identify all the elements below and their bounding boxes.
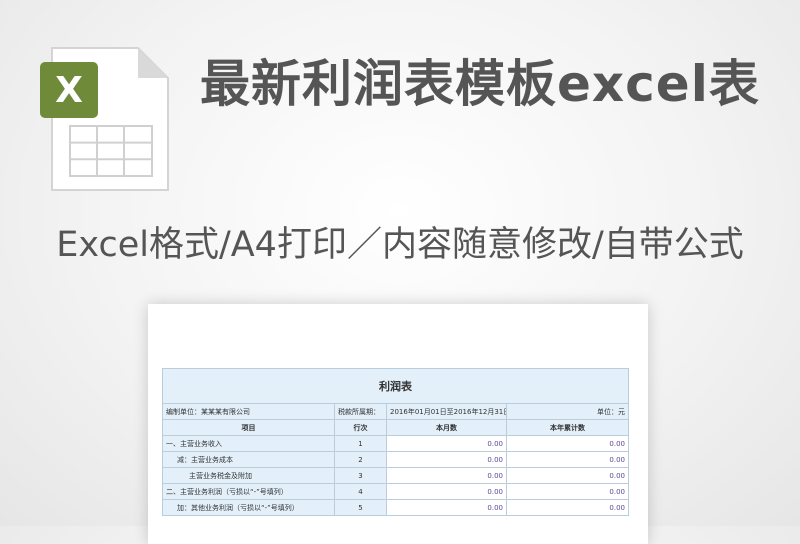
row-line: 2 <box>334 451 387 468</box>
company-label: 编制单位：某某某有限公司 <box>162 403 335 420</box>
table-row: 一、主营业务收入 1 0.00 0.00 <box>162 435 629 452</box>
excel-x-letter: X <box>55 70 83 111</box>
page-subtitle: Excel格式/A4打印／内容随意修改/自带公式 <box>56 225 744 265</box>
income-statement-table: 利润表 编制单位：某某某有限公司 税款所属期： 2016年01月01日至2016… <box>162 368 629 516</box>
row-month-value[interactable]: 0.00 <box>386 483 507 500</box>
table-row: 加：其他业务利润（亏损以“-”号填列） 5 0.00 0.00 <box>162 499 629 516</box>
sheet-title: 利润表 <box>162 368 629 404</box>
spreadsheet-preview: 利润表 编制单位：某某某有限公司 税款所属期： 2016年01月01日至2016… <box>148 304 648 544</box>
row-month-value[interactable]: 0.00 <box>386 499 507 516</box>
row-year-value[interactable]: 0.00 <box>506 483 629 500</box>
col-header-line: 行次 <box>334 419 387 436</box>
period-value: 2016年01月01日至2016年12月31日 <box>386 403 507 420</box>
currency-label: 单位：元 <box>506 403 629 420</box>
row-month-value[interactable]: 0.00 <box>386 435 507 452</box>
sheet-info-row: 编制单位：某某某有限公司 税款所属期： 2016年01月01日至2016年12月… <box>162 403 629 420</box>
row-month-value[interactable]: 0.00 <box>386 467 507 484</box>
row-line: 3 <box>334 467 387 484</box>
row-item: 二、主营业务利润（亏损以“-”号填列） <box>162 483 335 500</box>
row-year-value[interactable]: 0.00 <box>506 451 629 468</box>
row-item: 减：主营业务成本 <box>162 451 335 468</box>
col-header-month: 本月数 <box>386 419 507 436</box>
row-year-value[interactable]: 0.00 <box>506 499 629 516</box>
row-line: 1 <box>334 435 387 452</box>
excel-file-icon: X <box>40 47 169 191</box>
row-year-value[interactable]: 0.00 <box>506 467 629 484</box>
row-month-value[interactable]: 0.00 <box>386 451 507 468</box>
row-year-value[interactable]: 0.00 <box>506 435 629 452</box>
row-line: 5 <box>334 499 387 516</box>
column-header-row: 项目 行次 本月数 本年累计数 <box>162 419 629 436</box>
table-row: 二、主营业务利润（亏损以“-”号填列） 4 0.00 0.00 <box>162 483 629 500</box>
row-item: 主营业务税金及附加 <box>162 467 335 484</box>
row-item: 一、主营业务收入 <box>162 435 335 452</box>
table-row: 主营业务税金及附加 3 0.00 0.00 <box>162 467 629 484</box>
page-title: 最新利润表模板excel表 <box>200 55 760 113</box>
table-row: 减：主营业务成本 2 0.00 0.00 <box>162 451 629 468</box>
period-label: 税款所属期： <box>334 403 387 420</box>
col-header-item: 项目 <box>162 419 335 436</box>
row-item: 加：其他业务利润（亏损以“-”号填列） <box>162 499 335 516</box>
col-header-year: 本年累计数 <box>506 419 629 436</box>
row-line: 4 <box>334 483 387 500</box>
